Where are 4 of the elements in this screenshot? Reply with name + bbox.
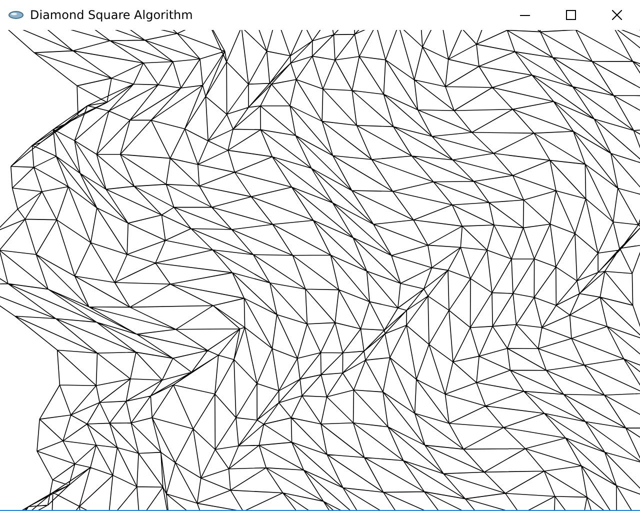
close-icon	[612, 10, 622, 20]
window-title: Diamond Square Algorithm	[30, 8, 193, 22]
app-icon	[8, 10, 24, 20]
maximize-icon	[566, 10, 576, 20]
